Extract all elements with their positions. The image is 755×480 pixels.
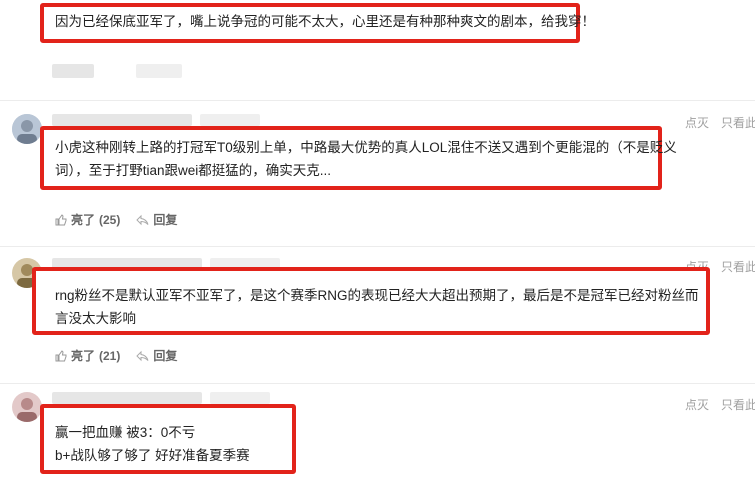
- comment-line: rng粉丝不是默认亚军不亚军了，是这个赛季RNG的表现已经大大超出预期了，最后是…: [55, 288, 699, 303]
- comment-3-actions: 亮了 (21) 回复: [55, 347, 177, 364]
- reply-label: 回复: [153, 349, 178, 363]
- comment-1-text: 因为已经保底亚军了，嘴上说争冠的可能不太大，心里还是有种那种爽文的剧本，给我穿！: [55, 10, 595, 33]
- like-label: 亮了: [71, 213, 96, 227]
- blurred-username: [52, 114, 192, 126]
- comment-2-actions: 亮了 (25) 回复: [55, 211, 177, 228]
- blurred-meta: [52, 64, 94, 78]
- comment-4-text: 赢一把血赚 被3：0不亏 b+战队够了够了 好好准备夏季赛: [55, 421, 250, 467]
- comment-line: 因为已经保底亚军了，嘴上说争冠的可能不太大，心里还是有种那种爽文的剧本，给我穿！: [55, 14, 595, 29]
- only-view-user-link[interactable]: 只看此人: [721, 114, 755, 131]
- blurred-meta: [136, 64, 182, 78]
- downvote-link[interactable]: 点灭: [685, 114, 709, 131]
- avatar[interactable]: [12, 392, 42, 422]
- comment-line: 赢一把血赚 被3：0不亏: [55, 425, 196, 440]
- comment-line: 小虎这种刚转上路的打冠军T0级别上单，中路最大优势的真人LOL混住不送又遇到个更…: [55, 140, 677, 155]
- divider: [0, 100, 755, 101]
- reply-button[interactable]: 回复: [136, 347, 177, 364]
- like-label: 亮了: [71, 349, 96, 363]
- reply-arrow-icon: [136, 214, 149, 225]
- comment-line: b+战队够了够了 好好准备夏季赛: [55, 448, 250, 463]
- like-button[interactable]: 亮了 (25): [55, 211, 120, 228]
- blurred-username: [52, 392, 202, 404]
- downvote-link[interactable]: 点灭: [685, 396, 709, 413]
- thumb-up-icon: [55, 349, 67, 361]
- only-view-user-link[interactable]: 只看此人: [721, 396, 755, 413]
- reply-arrow-icon: [136, 350, 149, 361]
- comment-4-right-actions: 点灭 只看此人: [685, 396, 755, 413]
- blurred-username: [210, 392, 270, 404]
- user-avatar-icon: [12, 392, 42, 422]
- thumb-up-icon: [55, 213, 67, 225]
- like-count: (21): [99, 348, 121, 363]
- avatar[interactable]: [12, 114, 42, 144]
- reply-label: 回复: [153, 213, 178, 227]
- comment-line: 词），至于打野tian跟wei都挺猛的，确实天克...: [55, 163, 332, 178]
- blurred-username: [200, 114, 260, 126]
- like-button[interactable]: 亮了 (21): [55, 347, 120, 364]
- like-count: (25): [99, 212, 121, 227]
- user-avatar-icon: [12, 114, 42, 144]
- divider: [0, 383, 755, 384]
- comment-2-text: 小虎这种刚转上路的打冠军T0级别上单，中路最大优势的真人LOL混住不送又遇到个更…: [55, 136, 677, 182]
- divider: [0, 246, 755, 247]
- comment-3-text: rng粉丝不是默认亚军不亚军了，是这个赛季RNG的表现已经大大超出预期了，最后是…: [55, 284, 699, 330]
- comment-2-right-actions: 点灭 只看此人: [685, 114, 755, 131]
- comment-line: 言没太大影响: [55, 311, 136, 326]
- reply-button[interactable]: 回复: [136, 211, 177, 228]
- only-view-user-link[interactable]: 只看此人: [721, 258, 755, 275]
